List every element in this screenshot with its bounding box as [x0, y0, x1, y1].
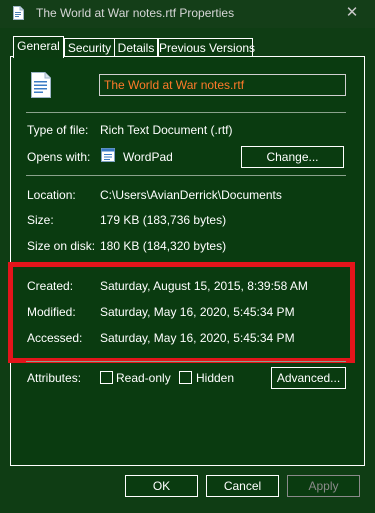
tab-general-label: General — [17, 39, 60, 53]
tab-details-label: Details — [117, 41, 155, 55]
document-icon — [13, 6, 24, 20]
cancel-button[interactable]: Cancel — [206, 475, 279, 497]
tab-previous-versions-label: Previous Versions — [159, 41, 256, 55]
read-only-label[interactable]: Read-only — [116, 371, 171, 385]
advanced-button[interactable]: Advanced... — [271, 367, 346, 389]
rtf-document-icon — [31, 72, 51, 98]
location-value: C:\Users\AvianDerrick\Documents — [100, 188, 282, 202]
opens-with-value: WordPad — [123, 150, 173, 164]
advanced-button-label: Advanced... — [276, 371, 341, 385]
general-panel — [10, 56, 365, 466]
ok-button-label: OK — [152, 479, 171, 493]
apply-button[interactable]: Apply — [287, 475, 360, 497]
tab-strip: General Security Details Previous Versio… — [0, 28, 375, 58]
change-button[interactable]: Change... — [241, 146, 344, 168]
file-name-field[interactable]: The World at War notes.rtf — [99, 74, 346, 96]
close-button[interactable]: ✕ — [341, 3, 363, 23]
size-value: 179 KB (183,736 bytes) — [100, 213, 227, 227]
wordpad-icon — [101, 148, 115, 162]
separator — [26, 361, 346, 362]
type-of-file-label: Type of file: — [27, 123, 89, 137]
tab-security[interactable]: Security — [64, 38, 115, 57]
read-only-checkbox[interactable] — [100, 371, 113, 384]
apply-button-label: Apply — [308, 479, 339, 493]
separator — [26, 175, 346, 176]
properties-window: The World at War notes.rtf Properties ✕ … — [0, 0, 375, 513]
hidden-label[interactable]: Hidden — [196, 371, 234, 385]
separator — [26, 112, 346, 113]
timestamps-highlight — [8, 262, 355, 363]
title-bar[interactable]: The World at War notes.rtf Properties ✕ — [0, 0, 375, 28]
type-of-file-value: Rich Text Document (.rtf) — [100, 123, 233, 137]
tab-security-label: Security — [67, 41, 112, 55]
file-name-value: The World at War notes.rtf — [104, 78, 245, 92]
tab-details[interactable]: Details — [114, 38, 158, 57]
size-on-disk-value: 180 KB (184,320 bytes) — [100, 239, 227, 253]
size-label: Size: — [27, 213, 54, 227]
tab-general[interactable]: General — [13, 36, 64, 58]
hidden-checkbox[interactable] — [179, 371, 192, 384]
location-label: Location: — [27, 188, 76, 202]
window-title: The World at War notes.rtf Properties — [36, 6, 235, 20]
attributes-label: Attributes: — [27, 371, 82, 385]
change-button-label: Change... — [266, 150, 319, 164]
size-on-disk-label: Size on disk: — [27, 239, 96, 253]
tab-previous-versions[interactable]: Previous Versions — [158, 38, 256, 57]
opens-with-label: Opens with: — [27, 150, 91, 164]
cancel-button-label: Cancel — [223, 479, 262, 493]
ok-button[interactable]: OK — [125, 475, 198, 497]
close-icon: ✕ — [345, 4, 359, 21]
